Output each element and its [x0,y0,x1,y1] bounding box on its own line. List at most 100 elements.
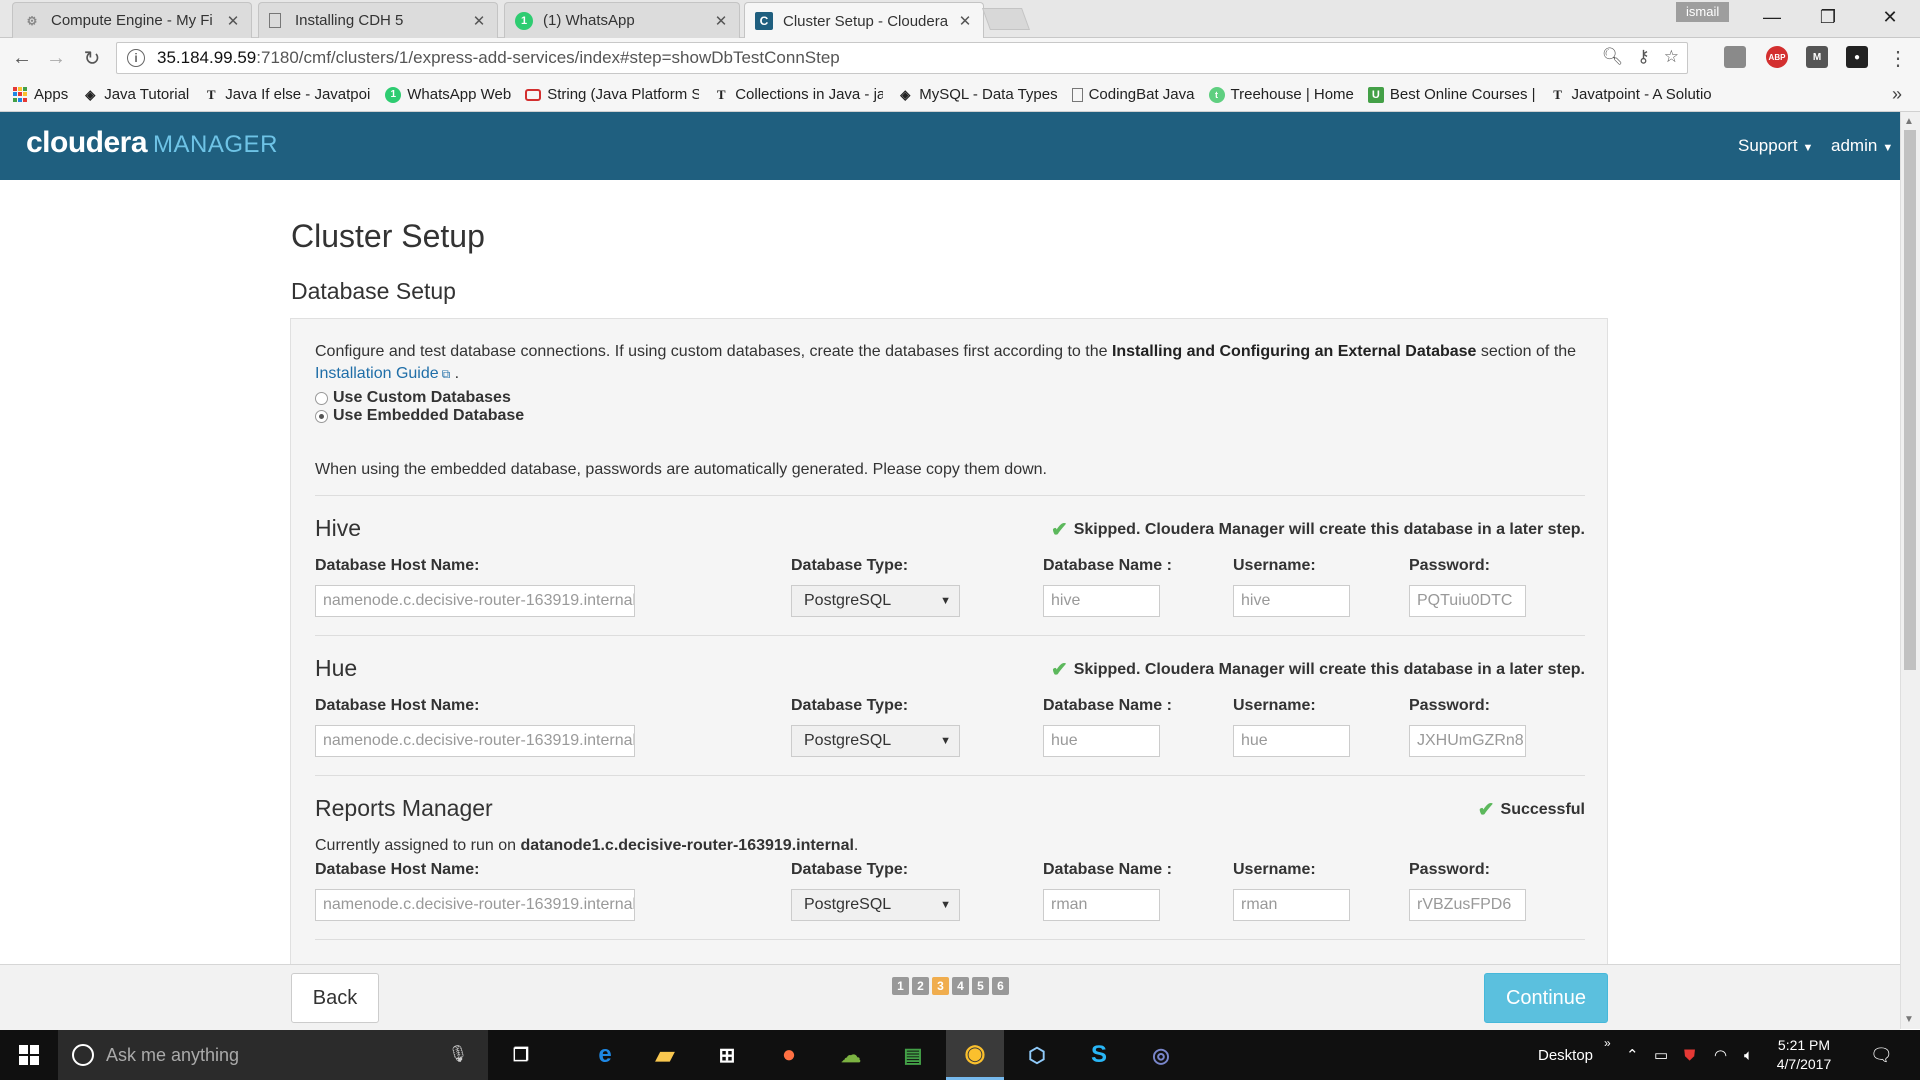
support-menu[interactable]: Support ▼ [1738,136,1813,156]
db-type-select[interactable]: PostgreSQL ▼ [791,889,960,921]
address-bar[interactable]: i 35.184.99.59:7180/cmf/clusters/1/expre… [116,42,1688,74]
bookmark-javatpoint[interactable]: T Javatpoint - A Solutio [1550,86,1720,103]
db-type-select[interactable]: PostgreSQL ▼ [791,585,960,617]
password-input[interactable]: PQTuiu0DTC [1409,585,1526,617]
bookmark-apps[interactable]: Apps [12,86,68,103]
bookmark-whatsapp-web[interactable]: 1 WhatsApp Web [385,86,511,103]
installation-guide-link[interactable]: Installation Guide [315,365,439,382]
bookmark-java-if-else[interactable]: T Java If else - Javatpoi [203,86,371,103]
cortana-search-box[interactable]: Ask me anything 🎙︎ [58,1030,488,1080]
javatpoint-icon: T [206,86,216,102]
username-input[interactable]: hive [1233,585,1350,617]
window-close-icon[interactable]: ✕ [1862,0,1918,34]
close-icon[interactable]: ✕ [957,12,973,30]
chrome-icon[interactable]: ◉ [946,1030,1004,1080]
browser-tab-compute-engine[interactable]: ⚙ Compute Engine - My Fi ✕ [12,2,252,38]
radio-button[interactable] [315,409,328,423]
virtualbox-icon[interactable]: ⬡ [1008,1030,1066,1080]
action-center-icon[interactable]: 🗨︎ [1870,1030,1893,1080]
radio-label: Use Custom Databases [333,389,511,406]
wifi-icon[interactable]: ◠ [1714,1030,1727,1080]
bookmark-string-java[interactable]: String (Java Platform S [525,86,699,103]
extension-notify-icon[interactable]: ● [1846,46,1868,68]
wizard-step-indicator: 1 2 3 4 5 6 [892,977,1009,995]
skype-icon[interactable]: S [1070,1030,1128,1080]
bookmark-codingbat[interactable]: CodingBat Java [1071,86,1195,103]
minimize-icon[interactable]: — [1744,0,1800,34]
username-input[interactable]: hue [1233,725,1350,757]
cloud-app-icon[interactable]: ☁ [822,1030,880,1080]
browser-tab-whatsapp[interactable]: 1 (1) WhatsApp ✕ [504,2,740,38]
forward-arrow-icon[interactable]: → [42,44,70,72]
profile-name-badge[interactable]: ismail [1676,2,1730,22]
security-shield-icon[interactable]: ⛊ [1684,1030,1695,1080]
radio-custom-databases[interactable]: Use Custom Databases [315,389,511,407]
user-label: Username: [1233,861,1316,878]
notes-app-icon[interactable]: ▤ [884,1030,942,1080]
store-icon[interactable]: ⊞ [698,1030,756,1080]
bookmark-collections-java[interactable]: T Collections in Java - ja [713,86,883,103]
host-label: Database Host Name: [315,861,480,878]
task-view-icon[interactable]: ❐ [492,1030,550,1080]
key-icon[interactable]: ⚷ [1637,47,1649,67]
volume-icon[interactable]: 🔈︎ [1744,1030,1753,1080]
microphone-icon[interactable]: 🎙︎ [448,1044,468,1064]
desktop-toolbar[interactable]: Desktop [1538,1030,1593,1080]
radio-button[interactable] [315,391,328,405]
scroll-down-icon[interactable]: ▼ [1904,1014,1914,1025]
admin-user-menu[interactable]: admin ▼ [1831,136,1893,156]
system-clock[interactable]: 5:21 PM 4/7/2017 [1762,1036,1846,1074]
cloudera-manager-logo[interactable]: cloudera MANAGER [26,126,278,160]
new-tab-button[interactable] [981,8,1031,30]
bookmarks-overflow-icon[interactable]: » [1892,84,1902,105]
host-input[interactable]: namenode.c.decisive-router-163919.intern… [315,725,635,757]
edge-icon[interactable]: e [576,1030,634,1080]
browser-tab-cluster-setup[interactable]: C Cluster Setup - Cloudera ✕ [744,2,984,39]
battery-icon[interactable]: ▭ [1654,1030,1668,1080]
close-icon[interactable]: ✕ [471,12,487,30]
zoom-icon[interactable]: 🔍︎ [1602,47,1624,67]
dropdown-arrow-icon: ▼ [940,899,951,911]
scroll-thumb[interactable] [1904,130,1916,670]
password-input[interactable]: JXHUmGZRn8 [1409,725,1526,757]
password-input[interactable]: rVBZusFPD6 [1409,889,1526,921]
divider [315,939,1585,940]
scroll-up-icon[interactable]: ▲ [1904,116,1914,127]
java-diamond-icon: ◈ [900,86,911,102]
file-explorer-icon[interactable]: ▰ [636,1030,694,1080]
close-icon[interactable]: ✕ [713,12,729,30]
restore-icon[interactable]: ❐ [1800,0,1856,34]
db-name-input[interactable]: hue [1043,725,1160,757]
bookmark-udemy[interactable]: U Best Online Courses | [1367,86,1536,103]
extension-icon[interactable] [1724,46,1746,68]
bookmark-java-tutorial[interactable]: ◈ Java Tutorial [82,86,189,103]
reload-icon[interactable]: ↻ [78,44,106,72]
back-arrow-icon[interactable]: ← [8,44,36,72]
bookmark-treehouse[interactable]: t Treehouse | Home [1208,86,1354,103]
adblock-icon[interactable]: ABP [1766,46,1788,68]
start-button[interactable] [0,1030,58,1080]
radio-embedded-database[interactable]: Use Embedded Database [315,407,524,425]
db-name-input[interactable]: hive [1043,585,1160,617]
browser-tab-installing-cdh[interactable]: Installing CDH 5 ✕ [258,2,498,38]
close-icon[interactable]: ✕ [225,12,241,30]
host-input[interactable]: namenode.c.decisive-router-163919.intern… [315,585,635,617]
chrome-menu-icon[interactable]: ⋮ [1884,44,1912,72]
app-circle-icon[interactable]: ◎ [1132,1030,1190,1080]
info-icon[interactable]: i [127,49,145,67]
host-input[interactable]: namenode.c.decisive-router-163919.intern… [315,889,635,921]
db-type-select[interactable]: PostgreSQL ▼ [791,725,960,757]
firefox-icon[interactable]: ● [760,1030,818,1080]
bookmark-star-icon[interactable]: ☆ [1664,47,1679,67]
step-2: 2 [912,977,929,995]
extension-m-icon[interactable]: M [1806,46,1828,68]
db-name-input[interactable]: rman [1043,889,1160,921]
type-label: Database Type: [791,697,909,714]
username-input[interactable]: rman [1233,889,1350,921]
main-content: Cluster Setup Database Setup Configure a… [0,180,1900,964]
tray-overflow-icon[interactable]: ⌃ [1626,1030,1639,1080]
toolbar-expand-icon[interactable]: » [1604,1018,1611,1068]
bookmark-mysql-data-types[interactable]: ◈ MySQL - Data Types [897,86,1057,103]
back-button[interactable]: Back [291,973,379,1023]
continue-button[interactable]: Continue [1484,973,1608,1023]
